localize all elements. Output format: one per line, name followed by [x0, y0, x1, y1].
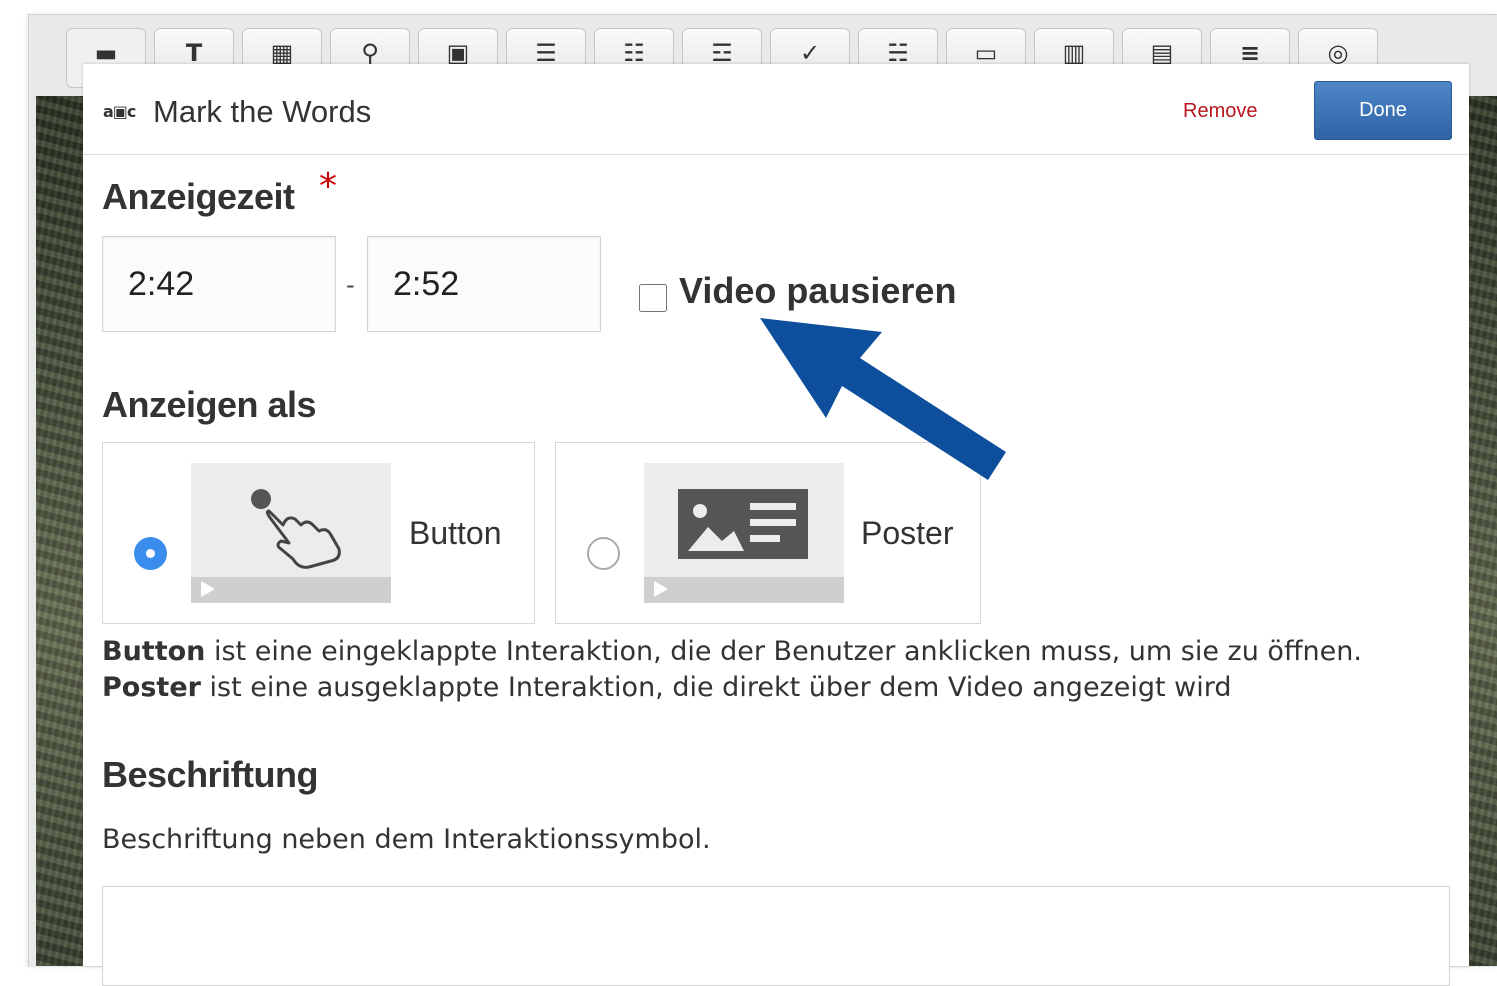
button-option-label: Button [409, 515, 502, 551]
poster-option-label: Poster [861, 515, 954, 551]
list-tool-icon: ☰ [535, 39, 557, 67]
description-poster-term: Poster [102, 672, 201, 703]
text-tool-icon: T [185, 39, 203, 67]
required-marker: * [319, 166, 337, 207]
caption-description: Beschriftung neben dem Interaktionssymbo… [102, 824, 711, 855]
display-as-description-line1: Button ist eine eingeklappte Interaktion… [102, 636, 1362, 667]
button-option-radio[interactable] [134, 537, 167, 570]
display-time-heading: Anzeigezeit [102, 176, 295, 217]
done-button[interactable]: Done [1314, 81, 1452, 140]
poster-option-radio[interactable] [587, 537, 620, 570]
hand-pointer-icon [251, 489, 341, 569]
multiple-choice-tool-icon: ☲ [711, 39, 733, 67]
drag-drop-tool-icon: ☵ [887, 39, 909, 67]
pause-video-checkbox[interactable] [639, 284, 667, 312]
navigation-hotspot-tool-icon: ▭ [974, 39, 998, 67]
caption-heading: Beschriftung [102, 754, 319, 795]
play-icon [654, 581, 668, 597]
description-button-term: Button [102, 636, 206, 667]
preview-playbar [191, 577, 391, 603]
mark-words-icon: a▣c [103, 102, 136, 121]
dialog-header: a▣c Mark the Words Remove Done [83, 64, 1469, 155]
start-time-input[interactable] [102, 236, 336, 332]
mark-words-tool-icon: ▥ [1062, 39, 1086, 67]
button-option-card[interactable]: Button [102, 442, 535, 624]
annotation-arrow-icon [760, 318, 1006, 480]
button-preview-thumbnail [191, 463, 391, 603]
summary-tool-icon: ≡ [1239, 39, 1261, 67]
time-separator: - [346, 271, 355, 299]
true-false-tool-icon: ✓ [799, 39, 821, 67]
play-icon [201, 581, 215, 597]
dialog-title: Mark the Words [153, 94, 372, 129]
description-button-text: ist eine eingeklappte Interaktion, die d… [205, 636, 1362, 667]
display-as-heading: Anzeigen als [102, 384, 317, 425]
caption-input[interactable] [102, 886, 1450, 986]
fill-blanks-tool-icon: ▤ [1150, 39, 1174, 67]
interaction-dialog: a▣c Mark the Words Remove Done Anzeigeze… [83, 64, 1469, 986]
image-tool-icon: ▣ [446, 39, 470, 67]
display-as-description-line2: Poster ist eine ausgeklappte Interaktion… [102, 672, 1232, 703]
link-tool-icon: ⚲ [361, 39, 379, 67]
single-choice-tool-icon: ☷ [623, 39, 645, 67]
toolbar-handle-icon: ▬ [94, 39, 118, 67]
table-tool-icon: ▦ [270, 39, 294, 67]
crossroads-tool-icon: ◎ [1327, 39, 1349, 67]
description-poster-text: ist eine ausgeklappte Interaktion, die d… [200, 672, 1232, 703]
remove-link[interactable]: Remove [1183, 100, 1257, 123]
end-time-input[interactable] [367, 236, 601, 332]
preview-playbar [644, 577, 844, 603]
